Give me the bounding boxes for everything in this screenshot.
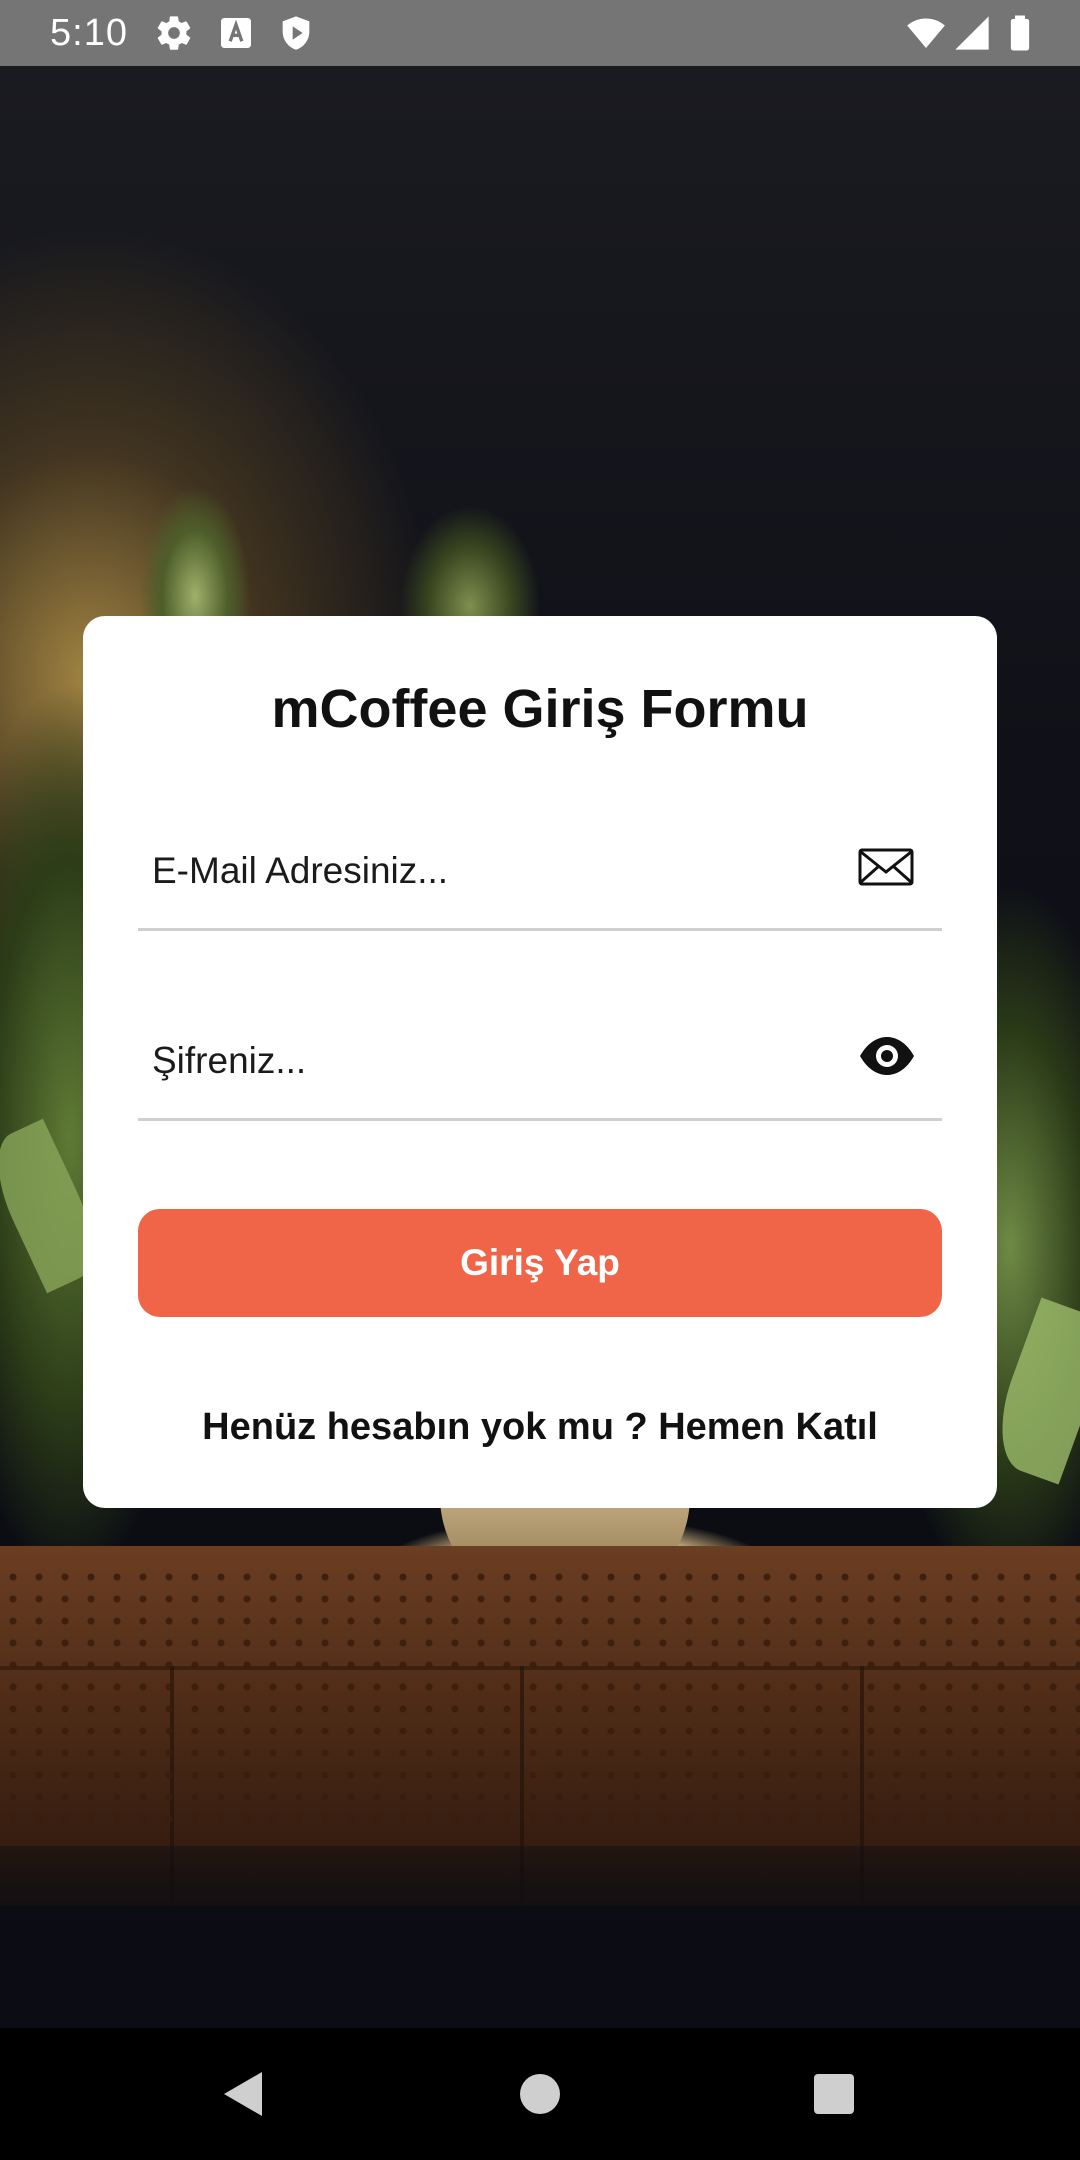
wifi-icon [907,18,945,48]
status-bar: 5:10 [0,0,1080,66]
email-input[interactable] [150,832,834,910]
signup-link[interactable]: Henüz hesabın yok mu ? Hemen Katıl [83,1406,997,1449]
password-field [138,996,942,1121]
shield-play-icon [282,16,310,50]
signal-icon [955,16,989,50]
status-time: 5:10 [50,12,128,54]
a-keyboard-icon [221,18,251,48]
email-field [138,806,942,931]
mail-icon [858,848,914,886]
password-input[interactable] [150,1022,834,1100]
back-icon[interactable] [222,2070,264,2118]
eye-icon[interactable] [858,1034,916,1078]
home-icon[interactable] [520,2074,560,2114]
form-title: mCoffee Giriş Formu [271,679,809,739]
login-button[interactable]: Giriş Yap [138,1209,942,1317]
navigation-bar [0,2028,1080,2160]
settings-icon [157,16,191,50]
battery-icon [1010,15,1030,51]
login-card: mCoffee Giriş Formu Giriş Yap Henüz hesa… [83,616,997,1508]
recent-apps-icon[interactable] [814,2074,854,2114]
